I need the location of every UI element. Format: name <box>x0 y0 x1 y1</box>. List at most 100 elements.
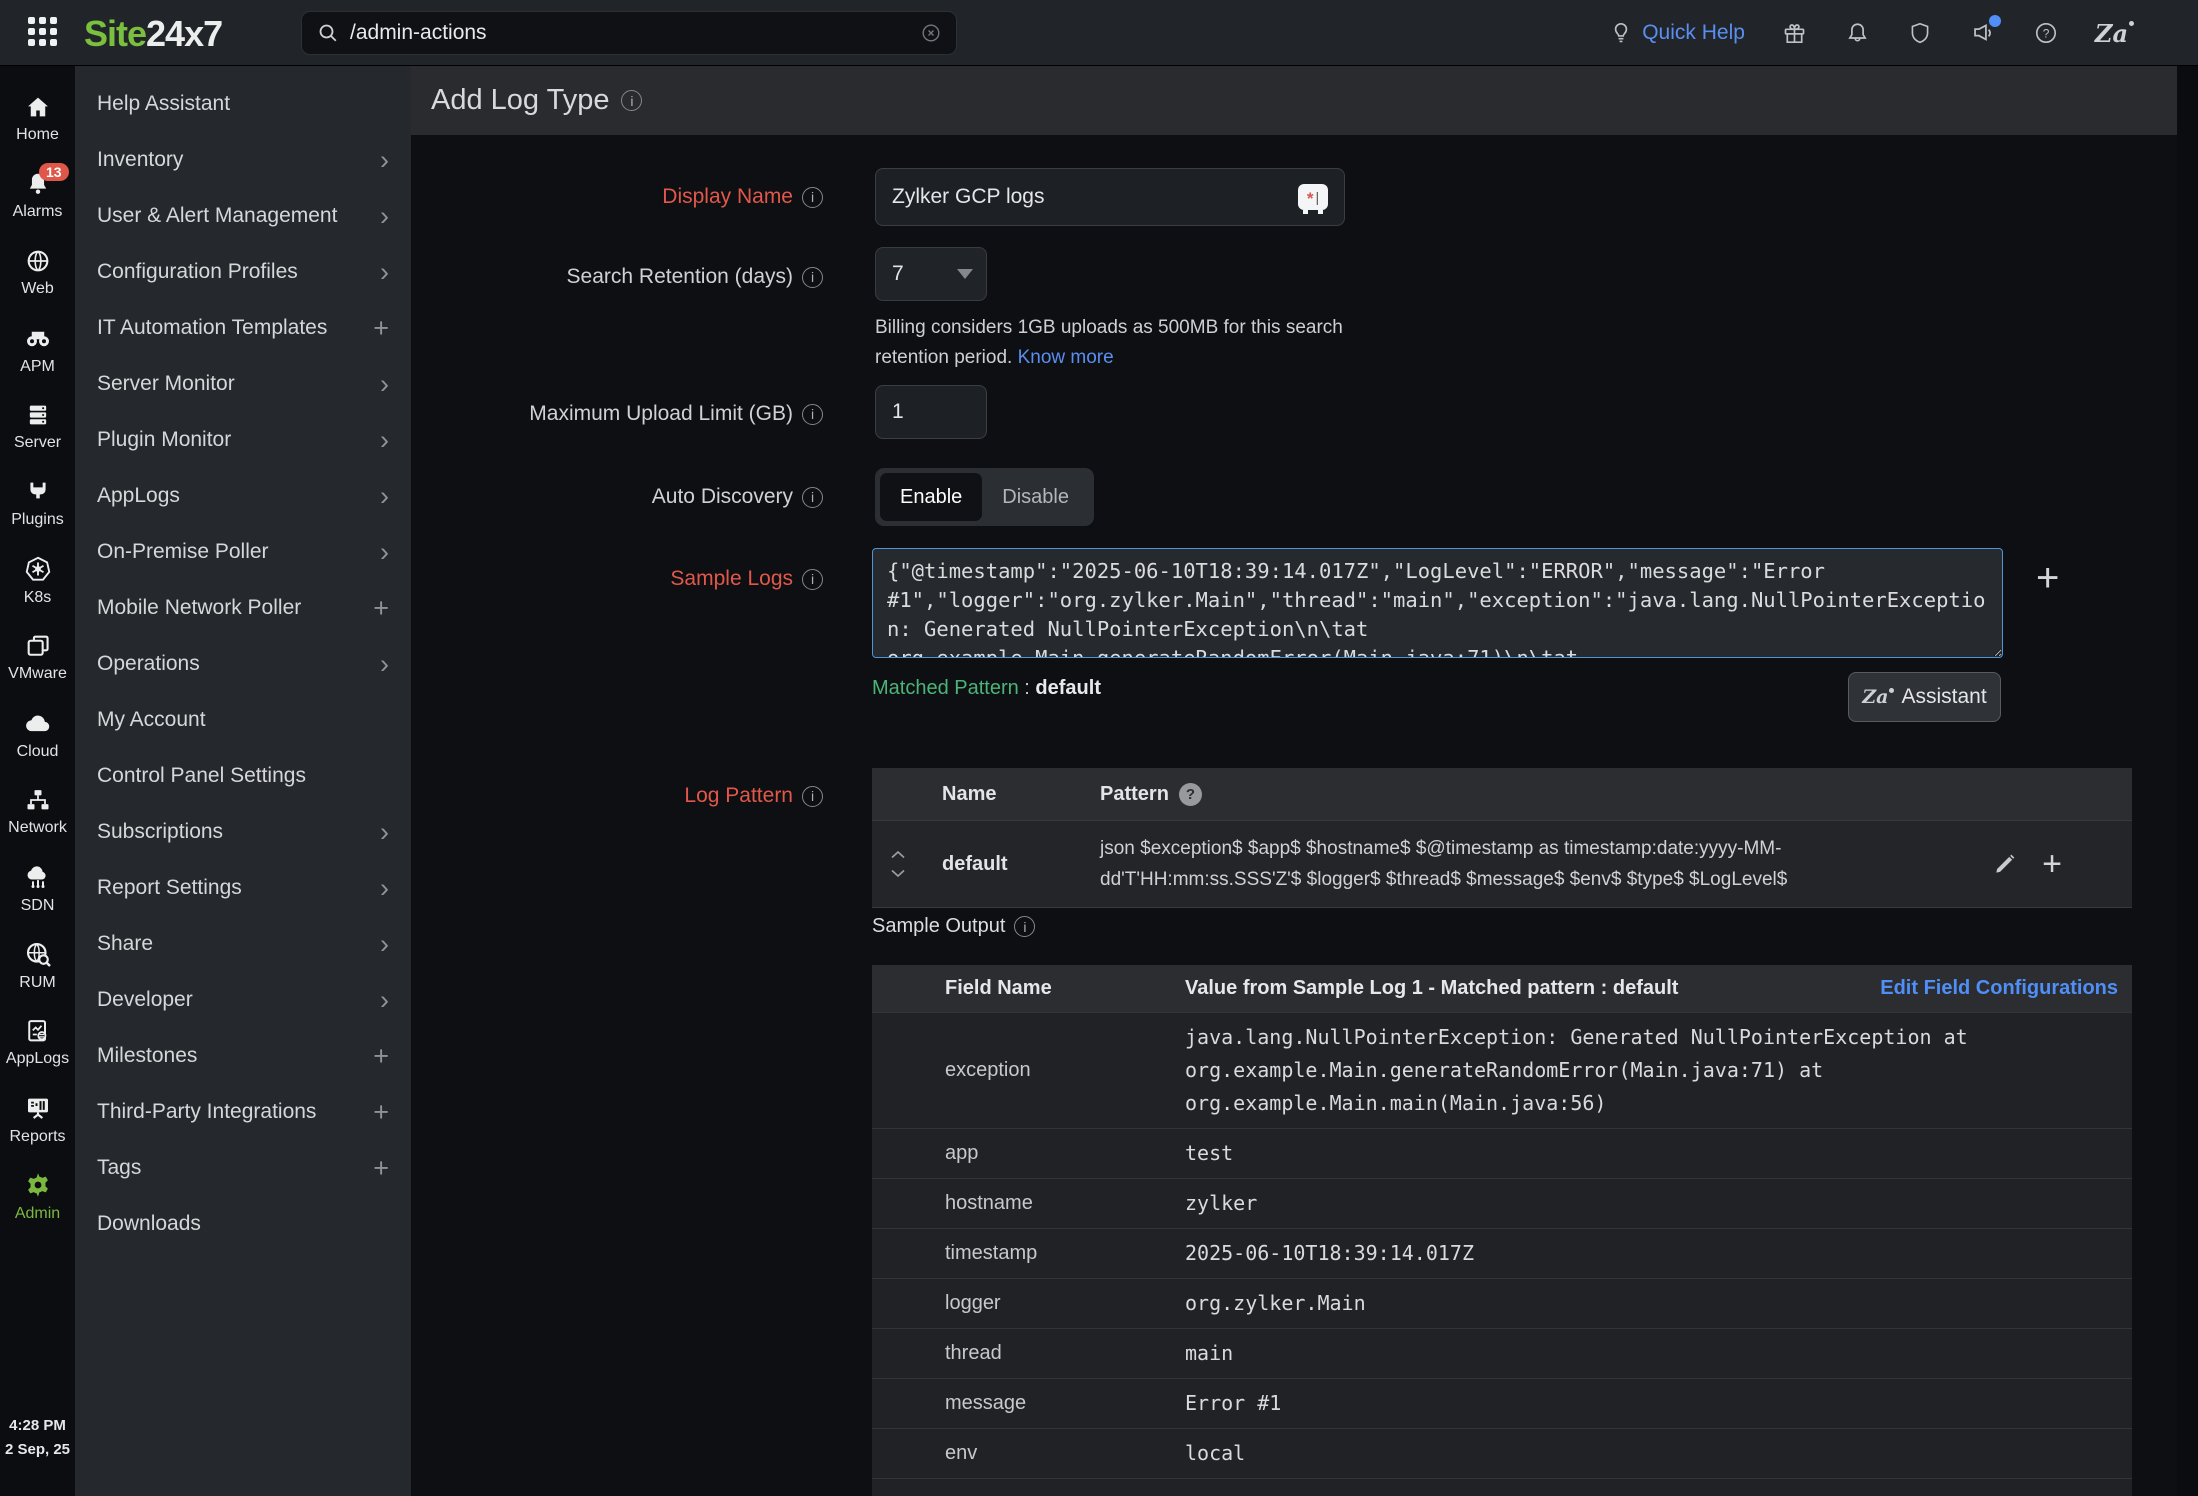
rail-item-sdn[interactable]: SDN <box>0 850 75 927</box>
app-launcher-icon[interactable] <box>28 17 60 49</box>
rail-item-server[interactable]: Server <box>0 388 75 465</box>
enable-option[interactable]: Enable <box>880 473 982 521</box>
sidebar-item[interactable]: Milestones + <box>75 1028 411 1084</box>
rail-clock: 4:28 PM 2 Sep, 25 <box>0 1414 75 1462</box>
scrollbar-track[interactable] <box>2177 66 2198 1496</box>
pattern-table-header: Name Pattern ? <box>872 768 2132 820</box>
sidebar-item[interactable]: Tags + <box>75 1140 411 1196</box>
binoculars-icon <box>23 323 53 353</box>
rail-item-reports[interactable]: Reports <box>0 1081 75 1158</box>
sample-output-row: message Error #1 <box>872 1378 2132 1428</box>
sidebar-item[interactable]: AppLogs › <box>75 468 411 524</box>
home-icon <box>24 93 52 121</box>
sidebar-item[interactable]: Mobile Network Poller + <box>75 580 411 636</box>
sidebar-item[interactable]: Downloads <box>75 1196 411 1252</box>
sample-output-row: env local <box>872 1428 2132 1478</box>
sidebar-item[interactable]: On-Premise Poller › <box>75 524 411 580</box>
info-icon[interactable]: i <box>802 487 823 508</box>
sidebar-item[interactable]: My Account <box>75 692 411 748</box>
announcements-button[interactable] <box>1969 19 1997 47</box>
sample-logs-textarea[interactable]: {"@timestamp":"2025-06-10T18:39:14.017Z"… <box>872 548 2003 658</box>
sidebar-item[interactable]: Plugin Monitor › <box>75 412 411 468</box>
main-content: Add Log Type i Display Name i *| Search … <box>411 66 2177 1496</box>
security-button[interactable] <box>1907 20 1933 46</box>
sidebar-item[interactable]: Control Panel Settings <box>75 748 411 804</box>
rail-item-plugins[interactable]: Plugins <box>0 465 75 542</box>
edit-field-configurations-link[interactable]: Edit Field Configurations <box>1880 977 2118 1000</box>
rail-item-admin[interactable]: Admin <box>0 1158 75 1235</box>
left-rail: Home 13 Alarms Web APM Server Plugins K8… <box>0 66 75 1496</box>
field-value-cell: Error #1 <box>1185 1387 1281 1420</box>
field-name-cell: thread <box>945 1342 1185 1365</box>
input-language-icon[interactable]: *| <box>1298 184 1328 210</box>
zia-icon: Za <box>2095 19 2132 48</box>
info-icon[interactable]: i <box>802 786 823 807</box>
rail-item-vmware[interactable]: VMware <box>0 619 75 696</box>
site24x7-logo[interactable]: Site24x7 <box>84 13 222 55</box>
display-name-field[interactable]: *| <box>875 168 1345 226</box>
auto-discovery-toggle: Enable Disable <box>875 468 1094 526</box>
rail-item-applogs[interactable]: AppLogs <box>0 1004 75 1081</box>
sidebar-item[interactable]: Help Assistant <box>75 76 411 132</box>
whats-new-button[interactable] <box>1781 20 1808 47</box>
info-icon[interactable]: i <box>621 90 642 111</box>
rail-item-network[interactable]: Network <box>0 773 75 850</box>
reports-icon <box>23 1093 53 1123</box>
sidebar-item[interactable]: Share › <box>75 916 411 972</box>
info-icon[interactable]: i <box>802 187 823 208</box>
pattern-help-icon[interactable]: ? <box>1179 783 1202 806</box>
disable-option[interactable]: Disable <box>982 486 1089 509</box>
sidebar-item[interactable]: Subscriptions › <box>75 804 411 860</box>
rail-item-home[interactable]: Home <box>0 80 75 157</box>
sidebar-item[interactable]: Operations › <box>75 636 411 692</box>
sidebar-item[interactable]: IT Automation Templates + <box>75 300 411 356</box>
display-name-input[interactable] <box>892 185 1298 209</box>
sidebar-item[interactable]: Configuration Profiles › <box>75 244 411 300</box>
global-search[interactable] <box>301 11 957 55</box>
sidebar-item[interactable]: Developer › <box>75 972 411 1028</box>
rail-item-cloud[interactable]: Cloud <box>0 696 75 773</box>
field-value-cell: 2025-06-10T18:39:14.017Z <box>1185 1237 1474 1270</box>
assistant-button[interactable]: Za Assistant <box>1848 672 2001 722</box>
sidebar-item[interactable]: Inventory › <box>75 132 411 188</box>
max-upload-input[interactable] <box>892 400 1163 424</box>
sample-output-row: logger org.zylker.Main <box>872 1278 2132 1328</box>
sample-output-table: Field Name Value from Sample Log 1 - Mat… <box>872 965 2132 1496</box>
quick-help-button[interactable]: Quick Help <box>1608 20 1745 46</box>
notifications-button[interactable] <box>1844 20 1871 47</box>
logo-24x7-text: 24x7 <box>146 13 222 54</box>
field-name-cell: message <box>945 1392 1185 1415</box>
clear-search-icon[interactable] <box>920 22 942 44</box>
sidebar-item[interactable]: Server Monitor › <box>75 356 411 412</box>
search-retention-select[interactable]: 7 <box>875 247 987 301</box>
move-down-icon[interactable] <box>890 869 906 878</box>
help-button[interactable]: ? <box>2033 20 2059 46</box>
sidebar-item[interactable]: User & Alert Management › <box>75 188 411 244</box>
info-icon[interactable]: i <box>802 569 823 590</box>
sample-logs-label-row: Sample Logs i <box>411 567 823 591</box>
rail-item-alarms[interactable]: 13 Alarms <box>0 157 75 234</box>
add-sample-log-button[interactable]: + <box>2036 563 2059 593</box>
move-up-icon[interactable] <box>890 850 906 859</box>
rail-item-web[interactable]: Web <box>0 234 75 311</box>
rail-item-k8s[interactable]: K8s <box>0 542 75 619</box>
know-more-link[interactable]: Know more <box>1018 347 1114 368</box>
sidebar-item[interactable]: Report Settings › <box>75 860 411 916</box>
item-trail-glyph: › <box>380 150 389 170</box>
add-pattern-button[interactable]: + <box>2042 849 2062 879</box>
search-input[interactable] <box>350 21 920 45</box>
max-upload-field[interactable] <box>875 385 987 439</box>
clipped-row <box>872 1478 2132 1496</box>
edit-pattern-icon[interactable] <box>1992 851 2018 877</box>
alarms-count-badge: 13 <box>39 163 69 181</box>
rail-item-rum[interactable]: RUM <box>0 927 75 1004</box>
info-icon[interactable]: i <box>802 404 823 425</box>
item-trail-glyph: + <box>373 1046 389 1066</box>
search-retention-label-row: Search Retention (days) i <box>411 265 823 289</box>
info-icon[interactable]: i <box>1014 916 1035 937</box>
info-icon[interactable]: i <box>802 267 823 288</box>
zia-assistant-button[interactable]: Za <box>2095 19 2132 48</box>
sidebar-item[interactable]: Third-Party Integrations + <box>75 1084 411 1140</box>
sample-output-row: app test <box>872 1128 2132 1178</box>
rail-item-apm[interactable]: APM <box>0 311 75 388</box>
